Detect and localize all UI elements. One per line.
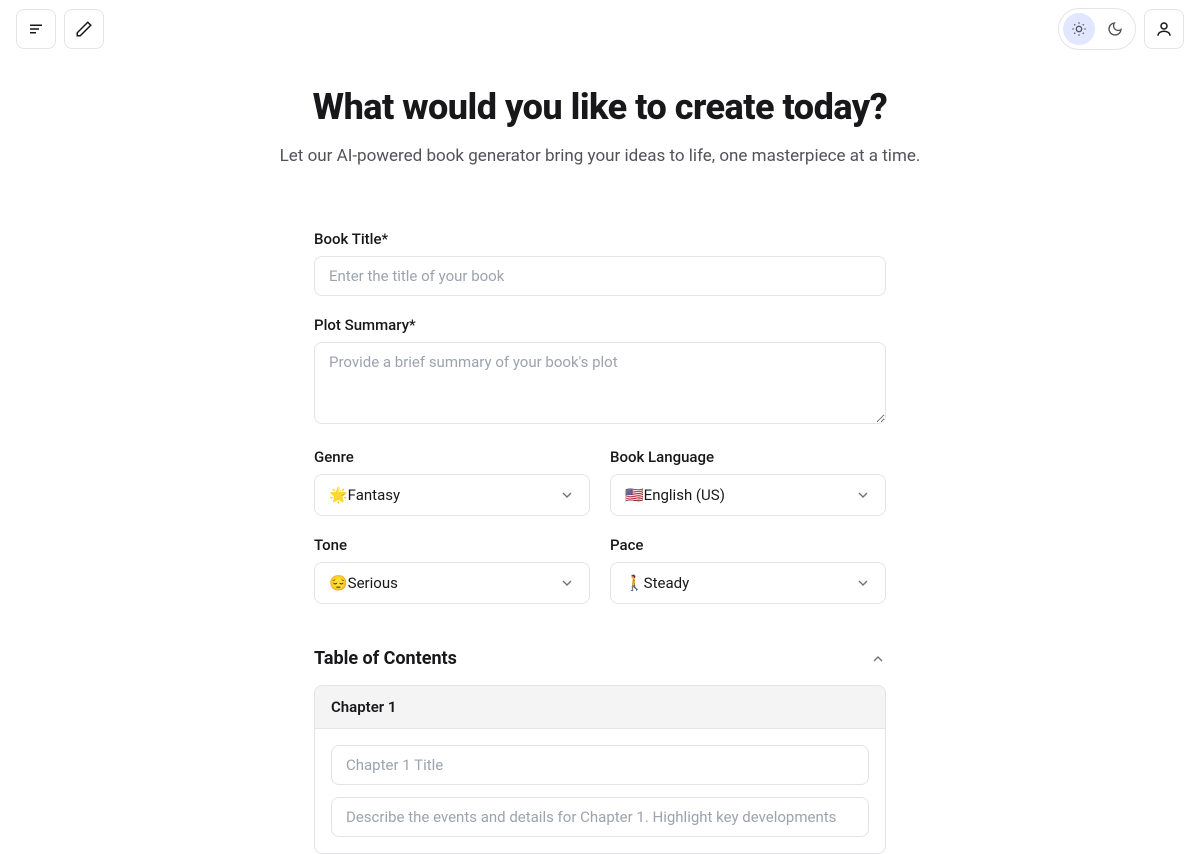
sun-icon — [1071, 21, 1087, 37]
tone-value: 😔Serious — [329, 574, 398, 592]
menu-button[interactable] — [16, 9, 56, 49]
top-bar — [0, 0, 1200, 58]
genre-label: Genre — [314, 448, 590, 466]
chevron-down-icon — [559, 487, 575, 503]
language-select[interactable]: 🇺🇸English (US) — [610, 474, 886, 516]
book-form: Book Title* Plot Summary* Genre 🌟Fantasy… — [314, 230, 886, 854]
theme-light-button[interactable] — [1063, 13, 1095, 45]
pace-field: Pace 🚶Steady — [610, 536, 886, 604]
chevron-up-icon — [870, 651, 886, 667]
hero: What would you like to create today? Let… — [0, 86, 1200, 166]
pace-value: 🚶Steady — [625, 574, 689, 592]
edit-button[interactable] — [64, 9, 104, 49]
chapter-title-input[interactable] — [331, 745, 869, 785]
top-left-controls — [16, 9, 104, 49]
pencil-icon — [75, 20, 93, 38]
toc-heading: Table of Contents — [314, 648, 457, 669]
tone-field: Tone 😔Serious — [314, 536, 590, 604]
menu-icon — [27, 20, 45, 38]
genre-value: 🌟Fantasy — [329, 486, 400, 504]
top-right-controls — [1058, 8, 1184, 50]
chevron-down-icon — [855, 487, 871, 503]
plot-summary-field: Plot Summary* — [314, 316, 886, 428]
tone-select[interactable]: 😔Serious — [314, 562, 590, 604]
toc-toggle[interactable]: Table of Contents — [314, 648, 886, 669]
plot-summary-input[interactable] — [314, 342, 886, 424]
page-subtitle: Let our AI-powered book generator bring … — [0, 146, 1200, 166]
chapter-body — [315, 729, 885, 853]
chapter-heading: Chapter 1 — [315, 686, 885, 729]
chevron-down-icon — [855, 575, 871, 591]
plot-summary-label: Plot Summary* — [314, 316, 886, 334]
genre-field: Genre 🌟Fantasy — [314, 448, 590, 516]
genre-select[interactable]: 🌟Fantasy — [314, 474, 590, 516]
book-title-field: Book Title* — [314, 230, 886, 296]
language-value: 🇺🇸English (US) — [625, 486, 725, 504]
user-icon — [1155, 20, 1173, 38]
pace-select[interactable]: 🚶Steady — [610, 562, 886, 604]
theme-toggle[interactable] — [1058, 8, 1136, 50]
tone-label: Tone — [314, 536, 590, 554]
theme-dark-button[interactable] — [1099, 13, 1131, 45]
chapter-desc-input[interactable] — [331, 797, 869, 837]
page-title: What would you like to create today? — [0, 86, 1200, 128]
book-title-input[interactable] — [314, 256, 886, 296]
language-label: Book Language — [610, 448, 886, 466]
chevron-down-icon — [559, 575, 575, 591]
book-title-label: Book Title* — [314, 230, 886, 248]
chapter-card: Chapter 1 — [314, 685, 886, 854]
account-button[interactable] — [1144, 9, 1184, 49]
language-field: Book Language 🇺🇸English (US) — [610, 448, 886, 516]
pace-label: Pace — [610, 536, 886, 554]
moon-icon — [1107, 21, 1123, 37]
